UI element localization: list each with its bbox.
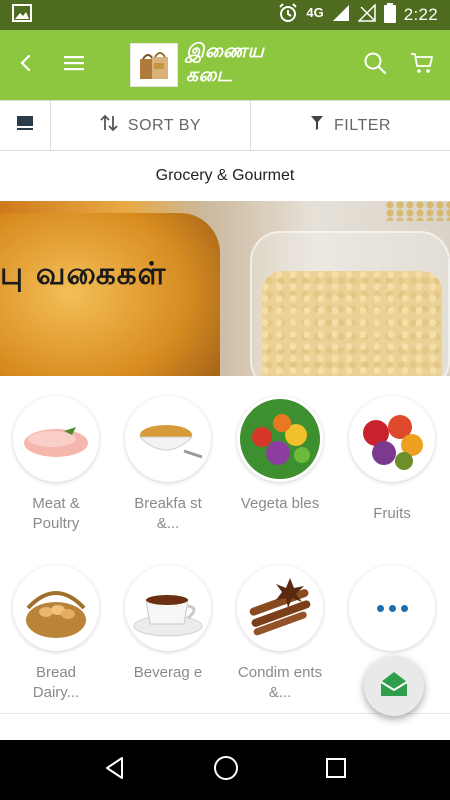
- shopping-bag-icon: [130, 43, 178, 87]
- tile-label: Breakfa st &...: [134, 495, 202, 532]
- filter-icon: [310, 115, 324, 136]
- cinnamon-icon: [237, 565, 323, 651]
- tile-breakfast[interactable]: Breakfa st &...: [112, 376, 224, 545]
- meat-icon: [13, 396, 99, 482]
- back-button[interactable]: [2, 41, 50, 89]
- sort-filter-toolbar: SORT BY FILTER: [0, 100, 450, 151]
- sort-by-button[interactable]: SORT BY: [51, 101, 251, 150]
- network-type: 4G: [306, 4, 324, 20]
- status-bar: 4G 2:22: [0, 0, 450, 30]
- cart-icon: [410, 51, 434, 80]
- back-arrow-icon: [18, 54, 34, 77]
- category-title: Grocery & Gourmet: [0, 152, 450, 200]
- filter-label: FILTER: [334, 116, 391, 134]
- mail-open-icon: [379, 670, 409, 703]
- tile-label: Vegeta bles: [240, 495, 320, 512]
- tile-label: Meat & Poultry: [32, 495, 80, 532]
- image-icon: [12, 3, 32, 27]
- battery-icon: [383, 2, 396, 28]
- search-icon: [363, 51, 387, 80]
- chickpeas-top-image: [385, 201, 450, 221]
- fruits-icon: [349, 396, 435, 482]
- alarm-icon: [278, 2, 298, 28]
- app-bar: இணைய கடை: [0, 30, 450, 100]
- tile-meat-poultry[interactable]: Meat & Poultry: [0, 376, 112, 545]
- tile-fruits[interactable]: Fruits: [336, 376, 448, 545]
- back-nav-icon[interactable]: [103, 756, 127, 785]
- glass-bowl-image: [250, 231, 450, 376]
- menu-button[interactable]: [50, 41, 98, 89]
- cereal-icon: [125, 396, 211, 482]
- cart-button[interactable]: [398, 41, 446, 89]
- sort-label: SORT BY: [127, 116, 202, 134]
- tile-label: Beverag e: [133, 664, 203, 681]
- eggs-basket-icon: [13, 565, 99, 651]
- banner-text: பு வகைகள்: [0, 256, 167, 292]
- signal-icon: [332, 4, 350, 27]
- tile-vegetables[interactable]: Vegeta bles: [224, 376, 336, 545]
- tile-beverage[interactable]: Beverag e: [112, 545, 224, 714]
- vegetables-icon: [237, 396, 323, 482]
- sort-icon: [100, 114, 118, 137]
- view-list-icon: [16, 115, 34, 136]
- navigation-bar: [0, 740, 450, 800]
- more-icon: [349, 565, 435, 651]
- logo-text: இணைய கடை: [185, 41, 265, 86]
- tile-label: Condim ents &...: [237, 664, 323, 701]
- tea-cup-icon: [125, 565, 211, 651]
- menu-icon: [63, 55, 85, 76]
- app-logo[interactable]: இணைய கடை: [130, 41, 316, 88]
- search-button[interactable]: [351, 41, 399, 89]
- filter-button[interactable]: FILTER: [251, 101, 450, 150]
- tile-bread-dairy[interactable]: Bread Dairy...: [0, 545, 112, 714]
- floating-action-button[interactable]: [364, 656, 424, 716]
- category-banner[interactable]: பு வகைகள்: [0, 201, 450, 376]
- home-nav-icon[interactable]: [213, 755, 239, 786]
- status-time: 2:22: [403, 5, 438, 24]
- signal-empty-icon: [356, 2, 376, 27]
- view-toggle-button[interactable]: [0, 101, 51, 150]
- tile-label: Bread Dairy...: [32, 664, 80, 701]
- recents-nav-icon[interactable]: [325, 757, 347, 784]
- tile-label: Fruits: [373, 505, 411, 522]
- tile-condiments[interactable]: Condim ents &...: [224, 545, 336, 714]
